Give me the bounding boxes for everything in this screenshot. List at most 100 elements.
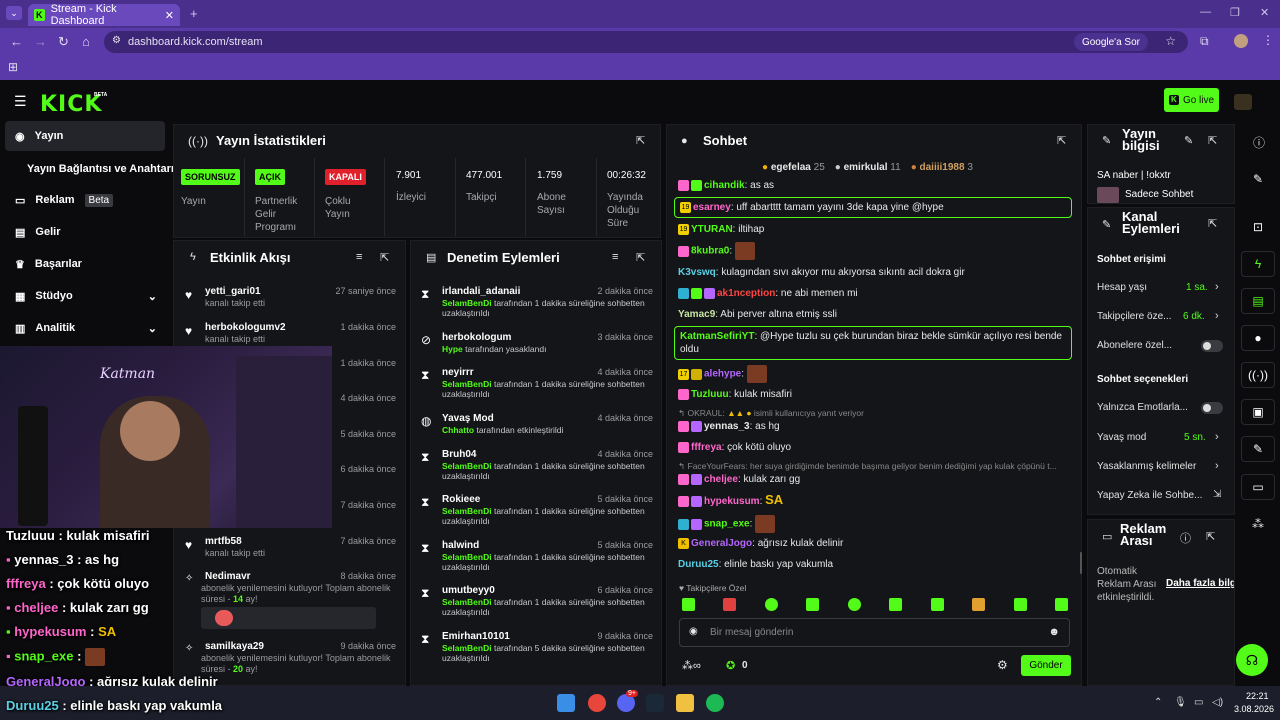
emote-icon[interactable] [930,598,944,611]
popout-icon[interactable]: ⇱ [636,251,645,264]
new-tab-icon[interactable]: + [190,6,198,21]
home-icon[interactable]: ⌂ [82,34,90,49]
mod-actor[interactable]: SelamBenDi [442,298,492,308]
steam-icon[interactable] [646,694,664,712]
back-icon[interactable]: ← [10,34,23,49]
chat-username[interactable]: Duruu25 [678,559,719,570]
mod-actor[interactable]: Chhatto [442,425,474,435]
mod-target[interactable]: halwind [442,540,479,551]
emotes-only-toggle[interactable] [1201,402,1223,414]
reply-user[interactable]: OKRAUL: [688,408,725,418]
browser-tab[interactable]: K Stream - Kick Dashboard ✕ [28,3,180,27]
hamburger-menu-icon[interactable]: ☰ [14,93,27,110]
tray-overflow-icon[interactable]: ⌃ [1154,697,1162,708]
chat-settings-icon[interactable]: ⚙ [997,658,1008,672]
chevron-right-icon[interactable]: › [1215,460,1219,472]
mod-target[interactable]: irlandali_adanaii [442,286,520,297]
chevron-right-icon[interactable]: › [1215,431,1219,443]
site-info-icon[interactable]: ⚙ [112,35,121,46]
mod-target[interactable]: Bruh04 [442,449,476,460]
emote-icon[interactable] [806,598,820,611]
chrome-icon[interactable] [588,694,606,712]
chat-username[interactable]: Yamac9 [678,309,715,320]
top-gifter[interactable]: ● emirkulal 11 [835,162,901,173]
chat-scrollbar[interactable] [1080,552,1082,574]
profile-avatar[interactable] [1234,34,1248,48]
chat-username[interactable]: K3vswq [678,267,716,278]
spotify-icon[interactable] [706,694,724,712]
emote-icon[interactable] [889,598,903,611]
popout-icon[interactable]: ⇱ [1208,134,1217,147]
chat-username[interactable]: fffreya [691,442,722,453]
clock-date[interactable]: 3.08.2026 [1234,704,1274,714]
event-user[interactable]: samilkaya29 [205,641,264,652]
chevron-right-icon[interactable]: › [1215,310,1219,322]
rail-edit-button[interactable]: ✎ [1241,166,1275,192]
minimize-icon[interactable]: — [1200,6,1211,18]
filter-icon[interactable]: ≡ [356,251,362,263]
browser-menu-icon[interactable]: ⋮ [1262,33,1274,47]
chat-username[interactable]: cheljee [704,474,738,485]
rail-monitor-button[interactable]: ▭ [1241,474,1275,500]
microphone-icon[interactable]: 🎙︎ [1174,697,1187,708]
extensions-icon[interactable]: ⧉ [1200,34,1209,49]
event-user[interactable]: yetti_gari01 [205,286,261,297]
rail-capture-button[interactable]: ⊡ [1241,214,1275,240]
chevron-right-icon[interactable]: › [1215,281,1219,293]
subs-only-toggle[interactable] [1201,340,1223,352]
slow-mode-value[interactable]: 5 sn. [1184,432,1206,443]
sidebar-item-gelir[interactable]: ▤ Gelir [5,217,165,247]
tab-list-button[interactable]: ⌄ [6,6,22,20]
emote-icon[interactable] [972,598,986,611]
event-user[interactable]: Nedimavr [205,571,251,582]
info-icon[interactable]: ⓘ [1253,134,1265,151]
filter-icon[interactable]: ≡ [612,251,618,263]
sidebar-item-analitik[interactable]: ▥ Analitik ⌄ [5,313,165,343]
chat-username[interactable]: YTURAN [691,224,733,235]
mod-target[interactable]: umutbeyy0 [442,585,495,596]
maximize-icon[interactable]: ❐ [1230,6,1240,19]
emote-icon[interactable] [723,598,737,611]
windows-start-icon[interactable] [557,694,575,712]
reload-icon[interactable]: ↻ [58,34,69,50]
google-search-button[interactable]: Google'a Sor [1073,33,1148,51]
event-user[interactable]: herbokologumv2 [205,322,286,333]
forward-icon[interactable]: → [34,34,47,49]
sidebar-item-reklam[interactable]: ▭ Reklam Beta [5,185,165,215]
mod-target[interactable]: Emirhan10101 [442,631,510,642]
mod-actor[interactable]: SelamBenDi [442,506,492,516]
address-bar[interactable]: ⚙ dashboard.kick.com/stream Google'a Sor… [104,31,1188,53]
sidebar-item-basarilar[interactable]: ♛ Başarılar [5,249,165,279]
info-icon[interactable]: ⓘ [1180,530,1191,546]
mod-actor[interactable]: SelamBenDi [442,379,492,389]
emote-icon[interactable] [1013,598,1027,611]
emote-icon[interactable] [1054,598,1068,611]
account-age-label[interactable]: Hesap yaşı [1097,282,1147,293]
ad-break-learn-more-link[interactable]: Daha fazla bilgi [1166,578,1234,589]
emote-icon[interactable]: ⁂ [1252,517,1264,531]
emote-icon[interactable] [764,598,778,611]
external-link-icon[interactable]: ⇲ [1213,489,1221,500]
edit-icon[interactable]: ✎ [1184,134,1193,147]
send-button[interactable]: Gönder [1021,655,1071,676]
chat-username[interactable]: cihandik [704,180,745,191]
popout-icon[interactable]: ⇱ [380,251,389,264]
gift-icon[interactable]: ⁂∞ [682,659,701,672]
ai-chat-label[interactable]: Yapay Zeka ile Sohbe... [1097,490,1202,501]
mod-target[interactable]: Rokieee [442,494,480,505]
popout-icon[interactable]: ⇱ [1057,134,1066,147]
rail-broadcast-button[interactable]: ((·)) [1241,362,1275,388]
rail-wrench-button[interactable]: ✎ [1241,436,1275,462]
chat-username[interactable]: alehype [704,369,741,380]
rail-chat-button[interactable]: ● [1241,325,1275,351]
account-age-value[interactable]: 1 sa. [1186,282,1208,293]
chat-username[interactable]: KatmanSefiriYT [680,331,754,342]
go-live-button[interactable]: K Go live [1164,88,1219,112]
bookmark-star-icon[interactable]: ☆ [1165,34,1176,48]
popout-icon[interactable]: ⇱ [1208,217,1217,230]
sidebar-item-stream-key[interactable]: Yayın Bağlantısı ve Anahtarı [17,154,177,184]
emote-icon[interactable] [682,598,695,611]
followers-only-value[interactable]: 6 dk. [1183,311,1205,322]
close-window-icon[interactable]: ✕ [1260,6,1269,19]
slow-mode-label[interactable]: Yavaş mod [1097,432,1146,443]
